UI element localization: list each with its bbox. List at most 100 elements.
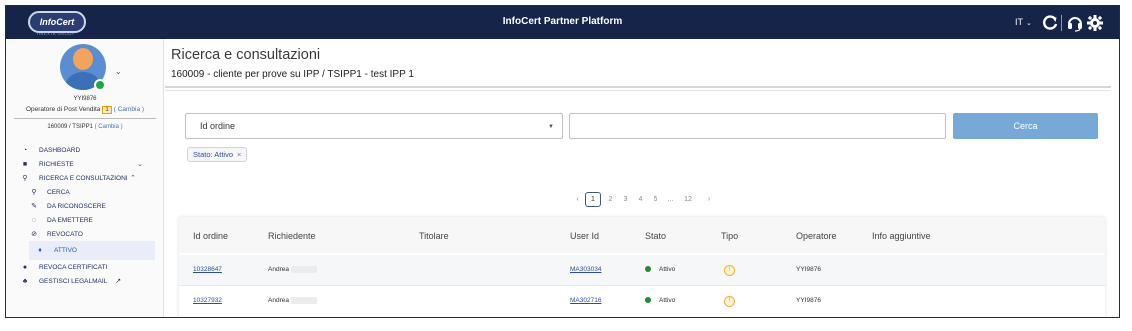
- page-button[interactable]: 12: [678, 196, 698, 203]
- dashboard-icon: ◔: [22, 146, 28, 154]
- sidebar-item-dashboard[interactable]: ◔ DASHBOARD: [6, 143, 164, 157]
- close-icon[interactable]: ×: [237, 150, 241, 159]
- avatar-head: [73, 48, 93, 70]
- user-role: Operatore di Post Vendita 1( Cambia ): [6, 106, 164, 114]
- user-id: YYI9876: [73, 96, 97, 102]
- operatore-cell: YYI9876: [796, 266, 821, 273]
- table-header: Id ordine Richiedente Titolare User Id S…: [179, 217, 1105, 253]
- richiedente-cell: Andrea: [268, 266, 317, 273]
- header-divider-2: [165, 90, 1111, 91]
- sidebar-item-cerca[interactable]: ⚲ CERCA: [6, 185, 164, 199]
- column-header[interactable]: Richiedente: [268, 231, 316, 241]
- table-row[interactable]: 10328647 Andrea MA303034 Attivo ! YYI987…: [179, 255, 1105, 285]
- richiedente-name: Andrea: [268, 266, 289, 274]
- order-id-link[interactable]: 10327932: [193, 297, 222, 304]
- circle-icon: ●: [22, 263, 28, 271]
- sidebar-item-revoca-certificati[interactable]: ● REVOCA CERTIFICATI: [6, 260, 164, 274]
- filter-chip-label: Stato: Attivo: [193, 150, 234, 159]
- page-button-current[interactable]: 1: [585, 192, 601, 207]
- warning-icon: !: [724, 265, 735, 276]
- context-label: 160009 / TSIPP1: [47, 124, 93, 130]
- external-link-icon: ↗: [115, 278, 122, 285]
- redacted-text: [290, 266, 317, 273]
- header-divider: [165, 86, 1111, 88]
- logo-subtitle: TINEXTA GROUP: [36, 31, 75, 36]
- context-change-link[interactable]: ( Cambia ): [95, 124, 123, 130]
- column-header[interactable]: Titolare: [419, 231, 449, 241]
- richiedente-cell: Andrea: [268, 297, 317, 304]
- page-button[interactable]: 5: [648, 196, 663, 203]
- column-header[interactable]: Id ordine: [193, 231, 228, 241]
- column-header[interactable]: Tipo: [721, 231, 738, 241]
- table-row[interactable]: 10327932 Andrea MA302716 Attivo ! YYI987…: [179, 285, 1105, 315]
- cerca-button[interactable]: Cerca: [953, 113, 1098, 139]
- chevron-up-icon: ⌃: [130, 175, 136, 182]
- filter-chip[interactable]: Stato: Attivo ×: [187, 147, 248, 162]
- user-id-link[interactable]: MA303034: [570, 266, 601, 273]
- search-field-value: Id ordine: [200, 121, 236, 131]
- page-button[interactable]: 2: [603, 196, 618, 203]
- refresh-icon[interactable]: [1042, 13, 1058, 33]
- status-label: Attivo: [659, 266, 676, 273]
- sidebar-item-attivo[interactable]: ♦ ATTIVO: [29, 241, 155, 260]
- sidebar: ⌄ YYI9876 Operatore di Post Vendita 1( Ca…: [6, 39, 164, 317]
- richiedente-name: Andrea: [268, 297, 289, 305]
- results-table: Id ordine Richiedente Titolare User Id S…: [179, 217, 1105, 317]
- chevron-down-icon[interactable]: ⌄: [115, 67, 122, 76]
- sidebar-item-richieste[interactable]: ■ RICHIESTE ⌄: [6, 157, 164, 171]
- search-input[interactable]: [569, 113, 946, 139]
- sidebar-item-da-riconoscere[interactable]: ✎ DA RICONOSCERE: [6, 199, 164, 213]
- status-dot-icon: [645, 266, 651, 273]
- search-field-select[interactable]: Id ordine ▼: [185, 113, 563, 139]
- page-button[interactable]: 3: [618, 196, 633, 203]
- redacted-text: [290, 297, 317, 304]
- column-header[interactable]: Info aggiuntive: [872, 231, 931, 241]
- top-bar: InfoCert TINEXTA GROUP InfoCert Partner …: [6, 6, 1119, 39]
- sidebar-item-label: GESTISCI LEGALMAIL: [39, 277, 108, 285]
- page-title: Ricerca e consultazioni: [171, 47, 321, 63]
- role-label: Operatore di Post Vendita: [25, 106, 101, 113]
- users-icon: ♣: [22, 277, 28, 285]
- sidebar-item-label: RICERCA E CONSULTAZIONI: [39, 174, 128, 182]
- chevron-down-icon: ⌄: [137, 161, 143, 168]
- column-header[interactable]: Stato: [645, 231, 666, 241]
- headset-icon[interactable]: [1066, 13, 1084, 33]
- sidebar-item-label: CERCA: [47, 188, 70, 196]
- sidebar-divider: [14, 118, 156, 119]
- chevron-down-icon: ⌄: [1026, 20, 1032, 27]
- sidebar-item-ricerca[interactable]: ⚲ RICERCA E CONSULTAZIONI ⌃: [6, 171, 164, 185]
- spinner-icon: ◌: [31, 216, 37, 224]
- prev-page-button[interactable]: ‹: [570, 196, 585, 203]
- context: 160009 / TSIPP1 ( Cambia ): [6, 124, 164, 130]
- sidebar-item-label: REVOCA CERTIFICATI: [39, 263, 108, 271]
- role-change-link[interactable]: ( Cambia ): [114, 106, 144, 113]
- pagination: ‹ 1 2 3 4 5 ... 12 ›: [570, 192, 720, 207]
- search-icon: ⚲: [31, 189, 37, 196]
- briefcase-icon: ■: [22, 160, 28, 168]
- page-subtitle: 160009 - cliente per prove su IPP / TSIP…: [171, 69, 414, 80]
- ban-icon: ⊘: [31, 231, 37, 238]
- next-page-button[interactable]: ›: [698, 196, 720, 203]
- gear-icon[interactable]: [1086, 13, 1104, 33]
- sidebar-item-label: DA EMETTERE: [47, 216, 93, 224]
- language-selector[interactable]: IT ⌄: [1015, 17, 1032, 27]
- user-id-link[interactable]: MA302716: [570, 297, 601, 304]
- sidebar-item-da-emettere[interactable]: ◌ DA EMETTERE: [6, 213, 164, 227]
- pin-icon: ✎: [31, 203, 37, 210]
- sidebar-item-label: DA RICONOSCERE: [47, 202, 106, 210]
- status-dot-icon: [645, 297, 651, 304]
- status-label: Attivo: [659, 297, 676, 304]
- app-title: InfoCert Partner Platform: [502, 16, 623, 27]
- order-id-link[interactable]: 10328647: [193, 266, 222, 273]
- sidebar-item-label: ATTIVO: [54, 247, 77, 254]
- sidebar-item-revocato[interactable]: ⊘ REVOCATO: [6, 227, 164, 241]
- column-header[interactable]: User Id: [570, 231, 599, 241]
- divider: [1061, 13, 1062, 33]
- search-icon: ⚲: [22, 175, 28, 182]
- language-label: IT: [1015, 17, 1023, 27]
- page-button[interactable]: 4: [633, 196, 648, 203]
- sidebar-item-label: REVOCATO: [47, 230, 83, 238]
- sidebar-item-gestisci-legalmail[interactable]: ♣ GESTISCI LEGALMAIL ↗: [6, 274, 164, 288]
- caret-down-icon: ▼: [548, 124, 554, 130]
- column-header[interactable]: Operatore: [796, 231, 837, 241]
